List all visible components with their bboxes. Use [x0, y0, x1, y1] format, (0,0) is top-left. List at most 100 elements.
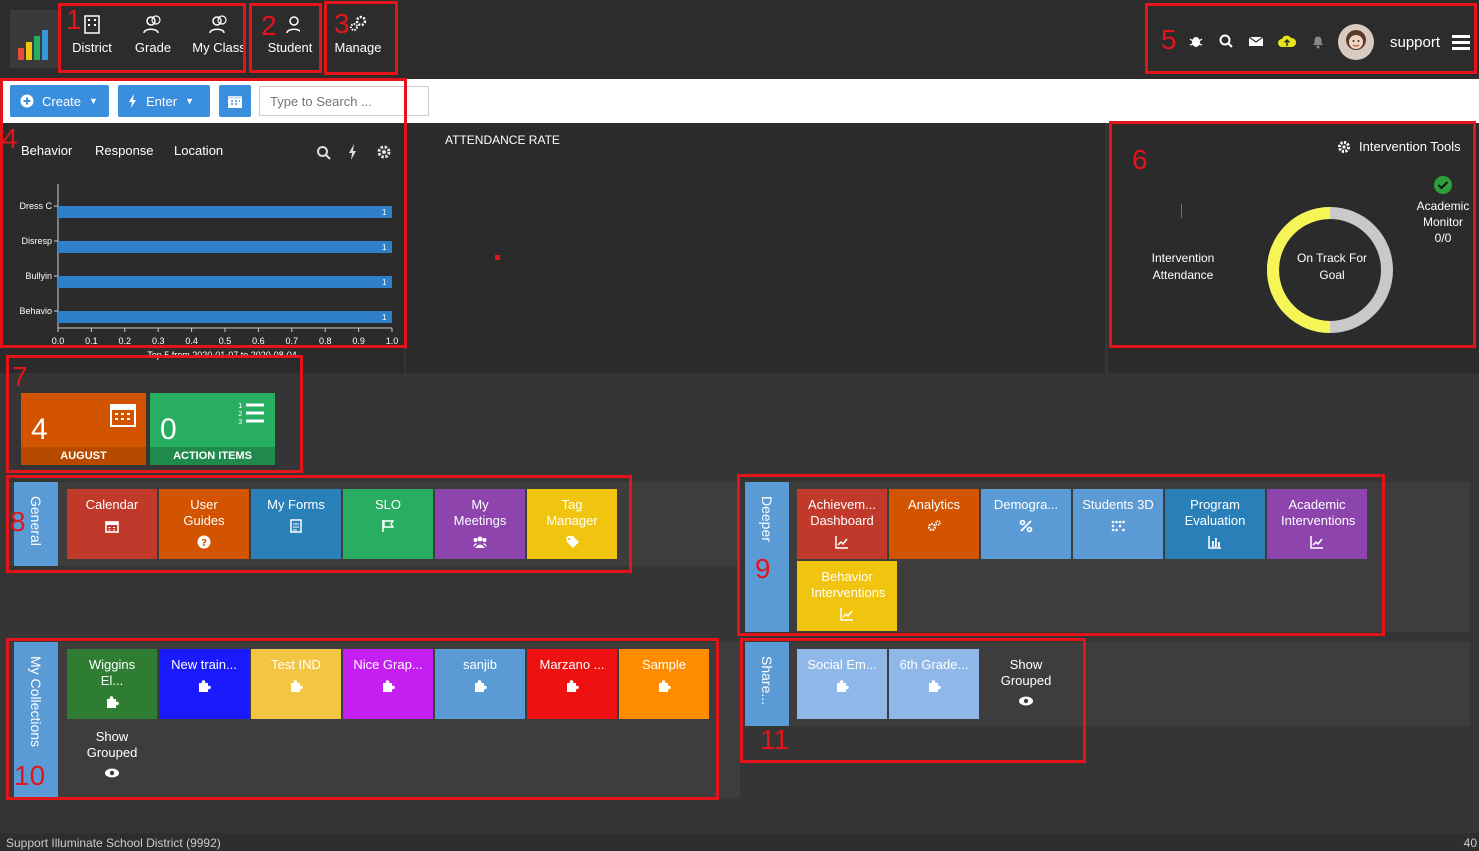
create-button-label: Create — [42, 93, 82, 109]
footer-right-text: 40 — [1463, 836, 1477, 850]
tile-tag-manager[interactable]: Tag Manager — [527, 489, 617, 559]
svg-text:2: 2 — [238, 410, 242, 418]
chart-x-tick-label: 0.8 — [319, 336, 332, 346]
chart-bar — [58, 241, 392, 253]
chart-caption: Top 5 from 2020-01-07 to 2020-08-04 — [147, 350, 297, 360]
stat-action-items-caption: ACTION ITEMS — [150, 447, 275, 465]
tile-calendar[interactable]: Calendar — [67, 489, 157, 559]
tile-sample[interactable]: Sample — [619, 649, 709, 719]
enter-button[interactable]: Enter ▼ — [118, 85, 210, 117]
intervention-attendance-label: Intervention Attendance — [1151, 251, 1215, 282]
annotation-number-8: 8 — [10, 506, 26, 537]
chart-x-tick-label: 0.1 — [85, 336, 98, 346]
tile-behavior-interventions[interactable]: Behavior Interventions — [797, 561, 897, 631]
stat-action-items-value: 0 — [160, 413, 177, 446]
intervention-tools-label: Intervention Tools — [1359, 139, 1461, 154]
tile-label: My Meetings — [453, 497, 507, 528]
avatar[interactable] — [1338, 24, 1374, 60]
annotation-number-5: 5 — [1161, 24, 1177, 55]
academic-monitor[interactable]: Academic Monitor 0/0 — [1408, 198, 1478, 246]
tile-achievem-dashboard[interactable]: Achievem... Dashboard — [797, 489, 887, 559]
annotation-number-6: 6 — [1132, 144, 1148, 175]
chart-data-label: 1 — [382, 243, 387, 252]
intervention-tools-link[interactable]: Intervention Tools — [1337, 139, 1461, 154]
hamburger-menu-icon[interactable] — [1452, 34, 1470, 55]
tab-location[interactable]: Location — [174, 143, 223, 158]
nav-student-label: Student — [267, 40, 313, 55]
annotation-number-1: 1 — [66, 4, 82, 35]
stat-august[interactable]: 4 AUGUST — [21, 393, 146, 465]
search-input[interactable] — [259, 86, 429, 116]
nav-my-class[interactable]: My Class — [190, 0, 248, 79]
tile-analytics[interactable]: Analytics — [889, 489, 979, 559]
tile-my-forms[interactable]: My Forms — [251, 489, 341, 559]
tab-response[interactable]: Response — [95, 143, 154, 158]
search-icon[interactable] — [1218, 33, 1234, 49]
tile-demogra[interactable]: Demogra... — [981, 489, 1071, 559]
tile-test-ind[interactable]: Test IND — [251, 649, 341, 719]
calendar-button[interactable] — [219, 85, 251, 117]
calendar-icon — [110, 404, 136, 427]
chart-category-label: Behavio — [19, 306, 52, 316]
nav-grade[interactable]: Grade — [128, 0, 178, 79]
caret-down-icon: ▼ — [89, 96, 98, 106]
chart-data-label: 1 — [382, 208, 387, 217]
tab-behavior[interactable]: Behavior — [21, 143, 72, 158]
puzzle-icon — [383, 680, 395, 692]
bell-icon[interactable] — [1310, 33, 1326, 49]
chart-x-tick-label: 1.0 — [386, 336, 399, 346]
bolt-icon[interactable] — [348, 144, 358, 160]
stat-action-items[interactable]: 0 123 ACTION ITEMS — [150, 393, 275, 465]
puzzle-icon — [567, 680, 579, 692]
chart-x-tick-label: 0.6 — [252, 336, 265, 346]
puzzle-icon — [199, 680, 211, 692]
user-icon — [286, 16, 300, 34]
tile-academic-interventions[interactable]: Academic Interventions — [1267, 489, 1367, 559]
chart-x-tick-label: 0.9 — [352, 336, 365, 346]
svg-text:?: ? — [201, 538, 207, 549]
tile-6th-grade[interactable]: 6th Grade... — [889, 649, 979, 719]
tile-label: Analytics — [907, 497, 961, 512]
tile-label: Behavior Interventions — [811, 569, 886, 600]
chart-data-label: 1 — [382, 278, 387, 287]
tile-wiggins-el[interactable]: Wiggins El... — [67, 649, 157, 719]
tile-marzano[interactable]: Marzano ... — [527, 649, 617, 719]
footer-district-text: Support Illuminate School District (9992… — [6, 836, 221, 850]
tile-students-3d[interactable]: Students 3D — [1073, 489, 1163, 559]
bug-icon[interactable] — [1188, 33, 1204, 49]
tile-sanjib[interactable]: sanjib — [435, 649, 525, 719]
tile-program-evaluation[interactable]: Program Evaluation — [1165, 489, 1265, 559]
tile-my-meetings[interactable]: My Meetings — [435, 489, 525, 559]
gear-icon[interactable] — [376, 144, 392, 160]
bolt-icon — [129, 94, 136, 108]
gears-icon — [927, 520, 941, 532]
search-icon[interactable] — [316, 145, 332, 161]
tile-user-guides[interactable]: User Guides? — [159, 489, 249, 559]
tile-label: SLO — [374, 497, 401, 512]
tile-slo[interactable]: SLO — [343, 489, 433, 559]
chart-icon — [835, 536, 848, 549]
attendance-panel — [406, 123, 1105, 373]
svg-text:3: 3 — [238, 418, 242, 426]
nav-my-class-label: My Class — [192, 40, 246, 55]
eye-icon — [105, 768, 119, 778]
cloud-upload-icon[interactable] — [1278, 33, 1296, 49]
bar-logo-icon — [18, 30, 48, 60]
gear-icon — [1338, 140, 1350, 153]
tile-new-train[interactable]: New train... — [159, 649, 249, 719]
bar-icon — [1208, 536, 1221, 549]
puzzle-icon — [837, 680, 849, 692]
check-circle-icon — [1434, 176, 1452, 194]
chart-data-label: 1 — [382, 313, 387, 322]
app-logo[interactable] — [10, 10, 58, 68]
footer-bar: Support Illuminate School District (9992… — [0, 833, 1479, 851]
tile-label: User Guides — [183, 497, 225, 528]
chart-category-label: Disresp — [21, 236, 52, 246]
envelope-icon[interactable] — [1248, 33, 1264, 49]
shared-show-grouped[interactable]: Show Grouped — [981, 649, 1071, 719]
create-button[interactable]: Create ▼ — [10, 85, 109, 117]
tile-social-em[interactable]: Social Em... — [797, 649, 887, 719]
tile-nice-grap[interactable]: Nice Grap... — [343, 649, 433, 719]
username[interactable]: support — [1390, 34, 1440, 51]
collections-show-grouped[interactable]: Show Grouped — [67, 721, 157, 791]
